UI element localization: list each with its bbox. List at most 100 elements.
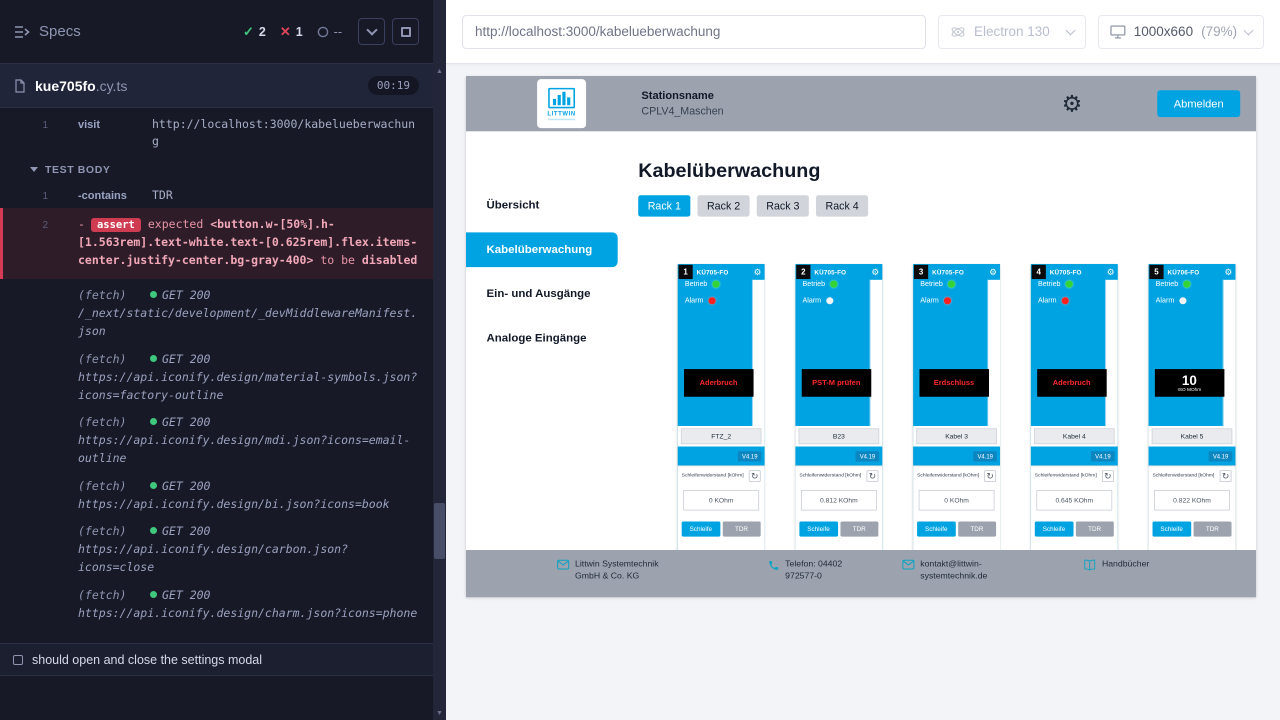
card-header: 3 KÜ705-FO ⚙	[913, 264, 1000, 280]
card-model: KÜ705-FO	[811, 268, 871, 275]
schleife-button[interactable]: Schleife	[917, 522, 955, 537]
loop-value: 0.812 KOhm	[801, 490, 877, 511]
spec-file-ext: .cy.ts	[96, 78, 128, 94]
alarm-led	[1061, 297, 1068, 304]
card-gear-icon[interactable]: ⚙	[1107, 268, 1118, 277]
screen: Specs ✓2 ✕1 -- kue705fo.cy.ts 00:19 1 vi…	[0, 0, 1280, 720]
littwin-logo: LITTWIN	[537, 79, 586, 128]
scroll-up-arrow[interactable]: ▲	[433, 68, 446, 75]
card-gear-icon[interactable]: ⚙	[754, 268, 765, 277]
card-level-strip	[1223, 280, 1236, 426]
cable-name: FTZ_2	[681, 428, 762, 444]
schleife-button[interactable]: Schleife	[1035, 522, 1073, 537]
specs-label: Specs	[39, 23, 81, 40]
refresh-icon[interactable]: ↻	[1220, 470, 1232, 482]
command-number: 1	[0, 187, 48, 205]
tdr-button[interactable]: TDR	[840, 522, 878, 537]
card-body: Betrieb Alarm Erdschluss	[913, 280, 1000, 426]
refresh-icon[interactable]: ↻	[749, 470, 761, 482]
assert-dash: -	[78, 217, 85, 231]
sidebar-item-kabelueberwachung[interactable]: Kabelüberwachung	[466, 232, 618, 267]
collapse-all-button[interactable]	[358, 18, 385, 45]
refresh-icon[interactable]: ↻	[867, 470, 879, 482]
schleife-button[interactable]: Schleife	[799, 522, 837, 537]
fetch-status: GET 200	[162, 288, 210, 302]
fetch-log-entry[interactable]: (fetch)GET 200 https://api.iconify.desig…	[0, 515, 433, 578]
logout-button[interactable]: Abmelden	[1157, 90, 1240, 117]
fetch-method: (fetch)	[78, 414, 150, 432]
page-title: Kabelüberwachung	[638, 160, 1256, 183]
device-card: 5 KÜ706-FO ⚙ Betrieb Alarm 10	[1149, 264, 1236, 550]
stop-icon	[401, 27, 411, 37]
footer-manuals[interactable]: Handbücher	[1083, 559, 1149, 571]
alarm-led	[826, 297, 833, 304]
sidebar-item-uebersicht[interactable]: Übersicht	[466, 188, 618, 223]
url-input[interactable]	[462, 15, 926, 49]
rack-tab-1[interactable]: Rack 1	[638, 195, 690, 216]
next-test-title: should open and close the settings modal	[32, 653, 262, 667]
betrieb-led	[1065, 280, 1072, 287]
fetch-log-entry[interactable]: (fetch)GET 200 /_next/static/development…	[0, 279, 433, 342]
stop-run-button[interactable]	[392, 18, 419, 45]
card-gear-icon[interactable]: ⚙	[989, 268, 1000, 277]
viewport-select[interactable]: 1000x660 (79%)	[1098, 15, 1264, 49]
specs-menu[interactable]: Specs	[14, 23, 81, 40]
card-gear-icon[interactable]: ⚙	[871, 268, 882, 277]
spec-file-icon	[14, 79, 26, 93]
next-test-row[interactable]: should open and close the settings modal	[0, 643, 433, 676]
card-gear-icon[interactable]: ⚙	[1224, 268, 1235, 277]
command-number: 1	[0, 116, 48, 151]
fetch-url: https://api.iconify.design/material-symb…	[78, 369, 419, 405]
reporter-scrollbar[interactable]: ▲ ▼	[433, 0, 446, 720]
version-row: V4.19	[678, 447, 765, 466]
rack-tab-3[interactable]: Rack 3	[757, 195, 809, 216]
spec-file-basename: kue705fo	[35, 78, 96, 94]
spec-bar[interactable]: kue705fo.cy.ts 00:19	[0, 64, 433, 108]
settings-gear-icon[interactable]: ⚙	[1062, 92, 1083, 115]
loop-panel: Schleifenwiderstand [kOhm]↻ 0.645 KOhm S…	[1031, 465, 1118, 550]
loop-panel: Schleifenwiderstand [kOhm]↻ 0.812 KOhm S…	[795, 465, 882, 550]
schleife-button[interactable]: Schleife	[1153, 522, 1191, 537]
specs-list-icon	[14, 25, 30, 39]
version-row: V4.19	[913, 447, 1000, 466]
fetch-method: (fetch)	[78, 351, 150, 369]
sidebar-item-ein-und-ausgaenge[interactable]: Ein- und Ausgänge	[466, 277, 618, 312]
scrollbar-thumb[interactable]	[434, 503, 445, 559]
schleife-button[interactable]: Schleife	[682, 522, 720, 537]
cable-row: Kabel 4	[1031, 426, 1118, 447]
status-display: Aderbruch	[684, 369, 754, 397]
stat-passed: ✓2	[243, 24, 266, 40]
card-body: Betrieb Alarm 10 ISO MOhm	[1149, 280, 1236, 426]
footer-company: Littwin Systemtechnik GmbH & Co. KG	[557, 559, 679, 583]
command-contains[interactable]: 1 -contains TDR	[0, 183, 433, 209]
loop-label: Schleifenwiderstand [kOhm]	[682, 470, 744, 478]
command-message: http://localhost:3000/kabelueberwachung	[152, 116, 421, 151]
rack-tab-2[interactable]: Rack 2	[697, 195, 749, 216]
test-body-section[interactable]: TEST BODY	[0, 155, 433, 183]
fetch-log-entry[interactable]: (fetch)GET 200 https://api.iconify.desig…	[0, 579, 433, 625]
refresh-icon[interactable]: ↻	[984, 470, 996, 482]
browser-select[interactable]: Electron 130	[938, 15, 1086, 49]
device-card: 2 KÜ705-FO ⚙ Betrieb Alarm PST-M prüfen	[795, 264, 882, 550]
iso-unit: ISO MOhm	[1178, 388, 1202, 393]
command-visit[interactable]: 1 visit http://localhost:3000/kabelueber…	[0, 112, 433, 155]
device-card: 1 KÜ705-FO ⚙ Betrieb Alarm Aderbruch	[678, 264, 765, 550]
tdr-button[interactable]: TDR	[1193, 522, 1231, 537]
tdr-button[interactable]: TDR	[958, 522, 996, 537]
mail-icon	[902, 559, 915, 569]
fetch-log-entry[interactable]: (fetch)GET 200 https://api.iconify.desig…	[0, 406, 433, 469]
status-200-dot	[150, 291, 157, 298]
tdr-button[interactable]: TDR	[722, 522, 760, 537]
fetch-log-entry[interactable]: (fetch)GET 200 https://api.iconify.desig…	[0, 470, 433, 516]
loop-label: Schleifenwiderstand [kOhm]	[1153, 470, 1215, 478]
version-row: V4.19	[795, 447, 882, 466]
tdr-button[interactable]: TDR	[1075, 522, 1113, 537]
fetch-log-entry[interactable]: (fetch)GET 200 https://api.iconify.desig…	[0, 343, 433, 406]
rack-tab-4[interactable]: Rack 4	[816, 195, 868, 216]
betrieb-led	[1183, 280, 1190, 287]
refresh-icon[interactable]: ↻	[1102, 470, 1114, 482]
firmware-version: V4.19	[738, 451, 761, 461]
sidebar-item-analoge-eingaenge[interactable]: Analoge Eingänge	[466, 321, 618, 356]
scroll-down-arrow[interactable]: ▼	[433, 710, 446, 717]
command-assert-failed[interactable]: 2 -assertexpected <button.w-[50%].h-[1.5…	[0, 208, 433, 279]
